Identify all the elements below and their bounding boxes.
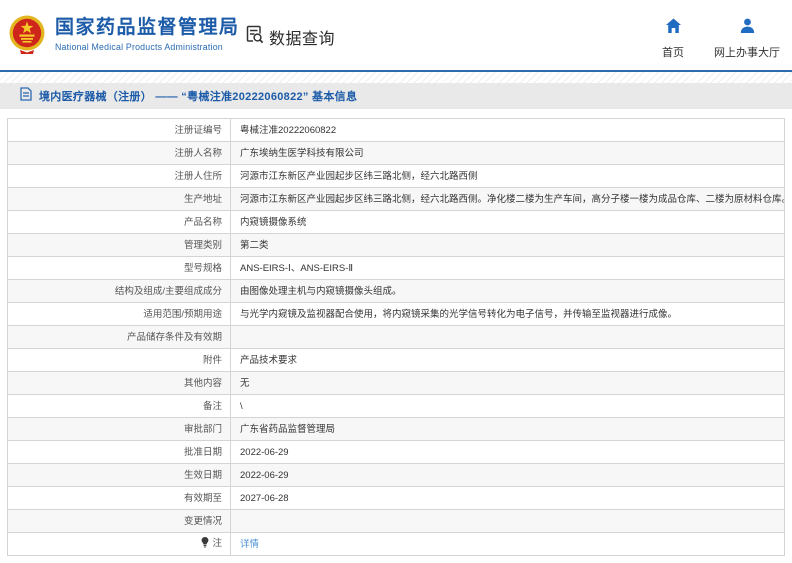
document-icon	[20, 86, 39, 106]
document-search-icon	[245, 25, 269, 49]
table-row: 注册证编号 粤械注准20222060822	[7, 118, 785, 142]
row-label: 变更情况	[7, 509, 231, 533]
row-value: 广东埃纳生医学科技有限公司	[230, 141, 785, 165]
row-value: 与光学内窥镜及监视器配合使用，将内窥镜采集的光学信号转化为电子信号，并传输至监视…	[230, 302, 785, 326]
row-label: 注册人名称	[7, 141, 231, 165]
row-value	[230, 509, 785, 533]
data-query-label: 数据查询	[269, 31, 336, 48]
row-label: 生产地址	[7, 187, 231, 211]
row-value: 产品技术要求	[230, 348, 785, 372]
row-value: 第二类	[230, 233, 785, 257]
table-row: 审批部门 广东省药品监督管理局	[7, 417, 785, 441]
row-label: 型号规格	[7, 256, 231, 280]
page: 国家药品监督管理局 National Medical Products Admi…	[0, 0, 792, 563]
table-row: 产品储存条件及有效期	[7, 325, 785, 349]
row-value: 广东省药品监督管理局	[230, 417, 785, 441]
nav-home-label: 首页	[662, 47, 684, 59]
table-row: 管理类别 第二类	[7, 233, 785, 257]
person-icon	[739, 18, 756, 39]
table-row: 附件 产品技术要求	[7, 348, 785, 372]
nav-item-service-hall[interactable]: 网上办事大厅	[714, 18, 780, 60]
detail-link[interactable]: 详情	[240, 539, 259, 550]
row-value: 粤械注准20222060822	[230, 118, 785, 142]
home-icon	[665, 18, 682, 39]
row-label: 管理类别	[7, 233, 231, 257]
national-emblem-icon	[8, 15, 46, 60]
table-row: 适用范围/预期用途 与光学内窥镜及监视器配合使用，将内窥镜采集的光学信号转化为电子…	[7, 302, 785, 326]
row-label: 注册人住所	[7, 164, 231, 188]
row-label: 有效期至	[7, 486, 231, 510]
table-row: 生产地址 河源市江东新区产业园起步区纬三路北侧，经六北路西侧。净化楼二楼为生产车间…	[7, 187, 785, 211]
row-label: 结构及组成/主要组成成分	[7, 279, 231, 303]
table-row: 结构及组成/主要组成成分 由图像处理主机与内窥镜摄像头组成。	[7, 279, 785, 303]
row-label: 注册证编号	[7, 118, 231, 142]
nav-item-home[interactable]: 首页	[662, 18, 684, 60]
logo-area: 国家药品监督管理局 National Medical Products Admi…	[8, 15, 240, 60]
table-row: 注册人住所 河源市江东新区产业园起步区纬三路北侧，经六北路西侧	[7, 164, 785, 188]
row-label: 批准日期	[7, 440, 231, 464]
nav-service-hall-label: 网上办事大厅	[714, 47, 780, 59]
registration-info-table: 注册证编号 粤械注准20222060822 注册人名称 广东埃纳生医学科技有限公司 注册…	[7, 118, 785, 556]
striped-band	[0, 72, 792, 83]
row-label: 注	[7, 532, 231, 556]
table-row: 产品名称 内窥镜摄像系统	[7, 210, 785, 234]
row-label: 其他内容	[7, 371, 231, 395]
org-name-cn: 国家药品监督管理局	[55, 17, 240, 38]
row-value: 内窥镜摄像系统	[230, 210, 785, 234]
table-row: 生效日期 2022-06-29	[7, 463, 785, 487]
page-title: 境内医疗器械（注册） —— “粤械注准20222060822” 基本信息	[39, 91, 358, 103]
table-row: 注册人名称 广东埃纳生医学科技有限公司	[7, 141, 785, 165]
row-label: 审批部门	[7, 417, 231, 441]
table-row: 注详情	[7, 532, 785, 556]
title-bar: 境内医疗器械（注册） —— “粤械注准20222060822” 基本信息	[0, 83, 792, 109]
table-row: 有效期至 2027-06-28	[7, 486, 785, 510]
table-row: 其他内容无	[7, 371, 785, 395]
table-row: 批准日期 2022-06-29	[7, 440, 785, 464]
row-label: 生效日期	[7, 463, 231, 487]
row-value: \	[230, 394, 785, 418]
row-value: 2022-06-29	[230, 463, 785, 487]
org-names: 国家药品监督管理局 National Medical Products Admi…	[55, 15, 240, 52]
table-row: 变更情况	[7, 509, 785, 533]
row-label: 产品名称	[7, 210, 231, 234]
row-value: 河源市江东新区产业园起步区纬三路北侧，经六北路西侧	[230, 164, 785, 188]
table-row: 型号规格 ANS-EIRS-Ⅰ、ANS-EIRS-Ⅱ	[7, 256, 785, 280]
row-value: ANS-EIRS-Ⅰ、ANS-EIRS-Ⅱ	[230, 256, 785, 280]
header-nav: 首页 网上办事大厅	[662, 18, 780, 60]
row-value: 无	[230, 371, 785, 395]
bulb-note-icon	[201, 536, 209, 552]
row-value: 由图像处理主机与内窥镜摄像头组成。	[230, 279, 785, 303]
row-label: 附件	[7, 348, 231, 372]
row-value	[230, 325, 785, 349]
org-name-en: National Medical Products Administration	[55, 42, 223, 52]
data-query-button[interactable]: 数据查询	[245, 25, 335, 49]
row-value: 河源市江东新区产业园起步区纬三路北侧，经六北路西侧。净化楼二楼为生产车间，高分子…	[230, 187, 785, 211]
row-label: 适用范围/预期用途	[7, 302, 231, 326]
row-value: 2022-06-29	[230, 440, 785, 464]
row-value: 详情	[230, 532, 785, 556]
table-row: 备注 \	[7, 394, 785, 418]
row-label: 产品储存条件及有效期	[7, 325, 231, 349]
row-label: 备注	[7, 394, 231, 418]
row-value: 2027-06-28	[230, 486, 785, 510]
site-header: 国家药品监督管理局 National Medical Products Admi…	[0, 0, 792, 70]
